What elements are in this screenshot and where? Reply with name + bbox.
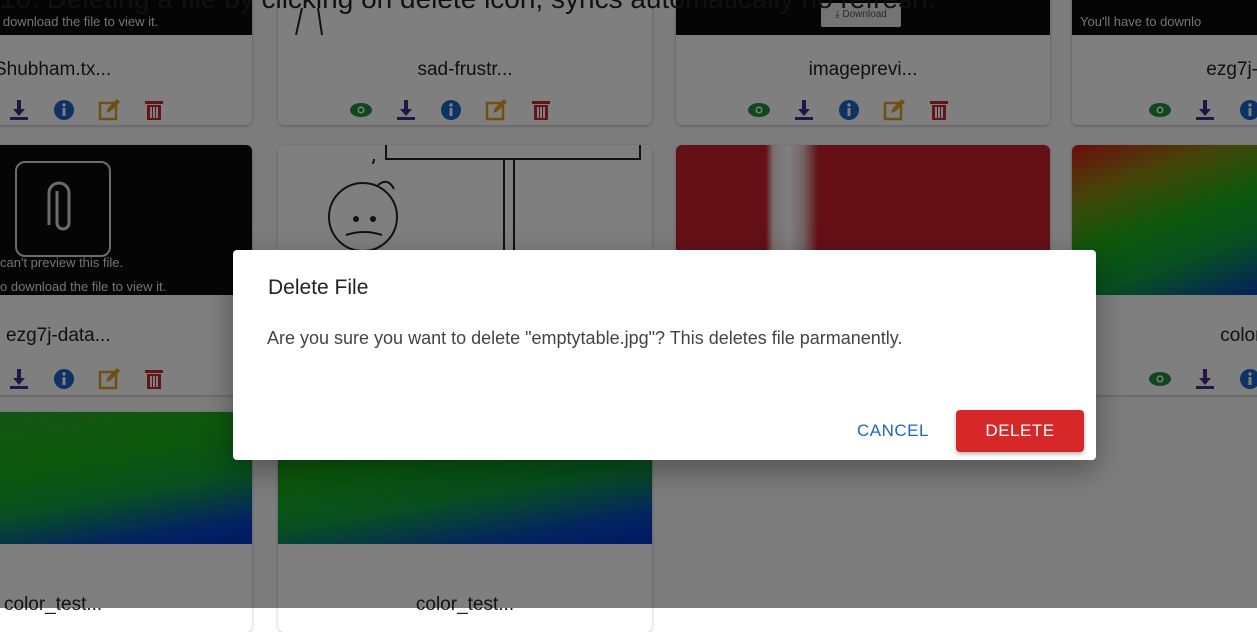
cancel-button[interactable]: CANCEL <box>839 410 947 450</box>
tutorial-caption: 10. Deleting a file by clicking on delet… <box>0 0 1257 14</box>
dialog-title: Delete File <box>268 276 369 299</box>
dialog-message: Are you sure you want to delete "emptyta… <box>267 328 903 348</box>
delete-button[interactable]: DELETE <box>956 410 1084 452</box>
delete-file-dialog: Delete File Are you sure you want to del… <box>233 250 1096 460</box>
